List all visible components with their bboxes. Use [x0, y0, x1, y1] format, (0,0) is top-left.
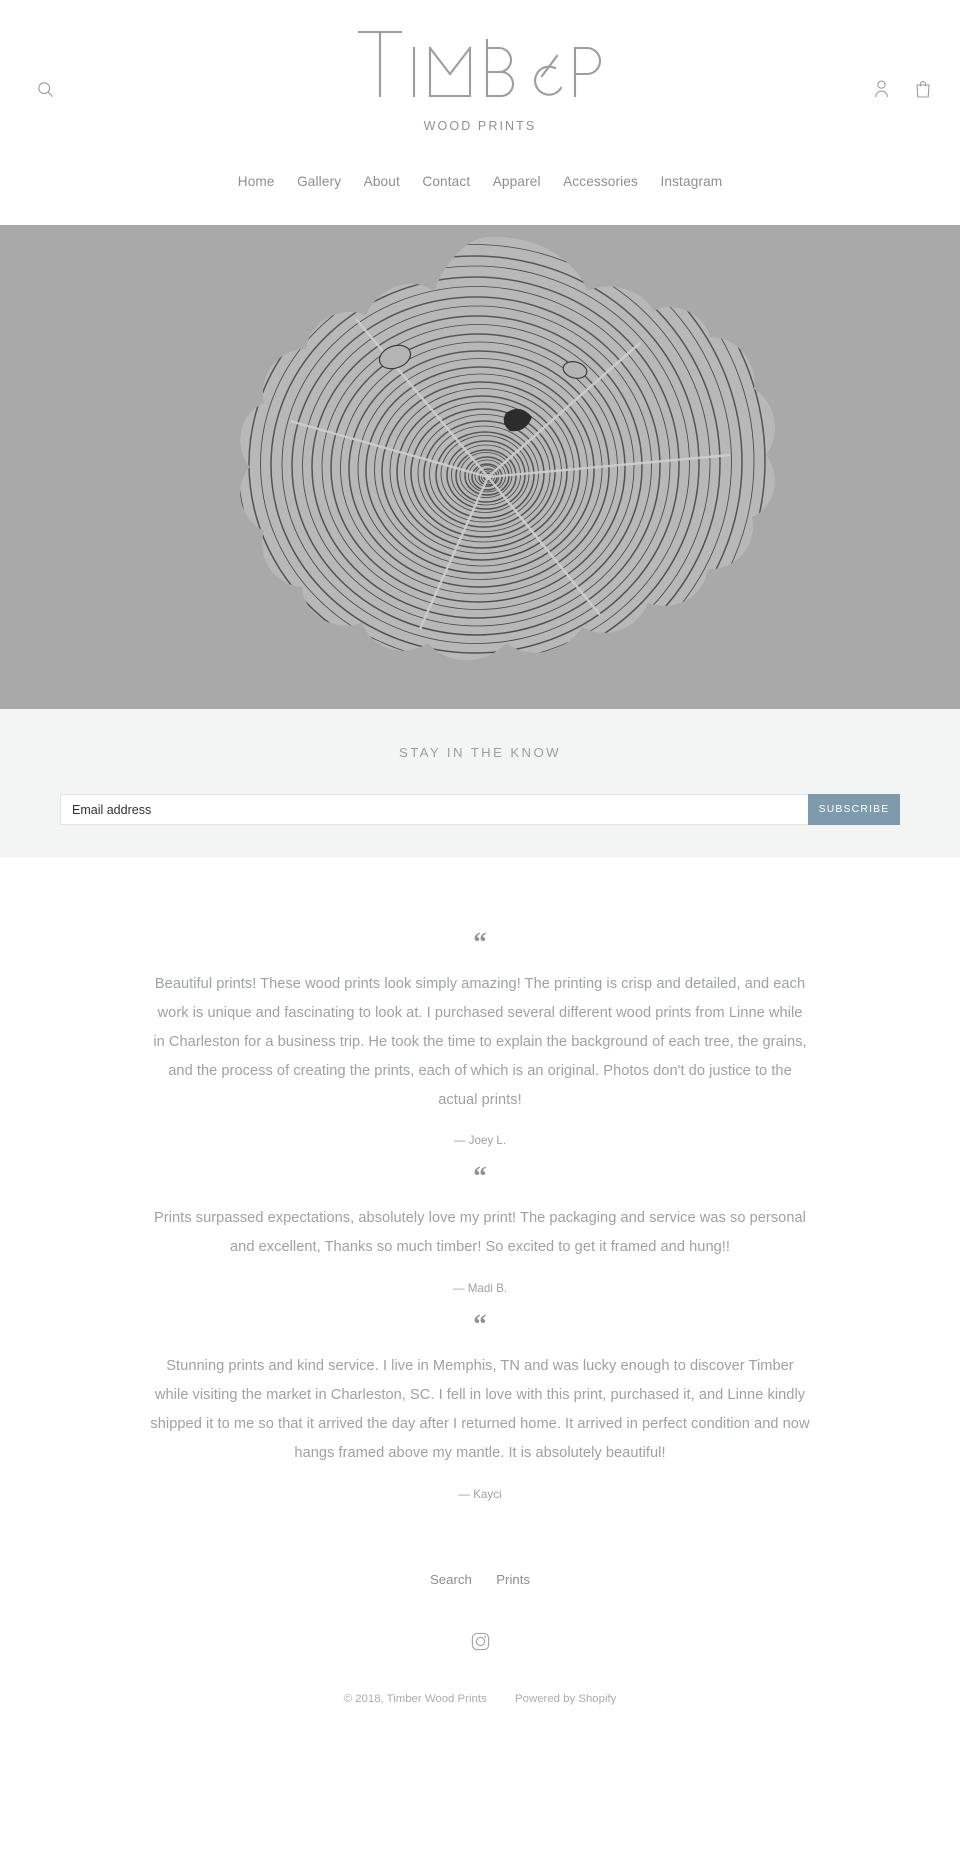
quote-icon: “	[473, 1309, 487, 1340]
testimonial-text: Stunning prints and kind service. I live…	[150, 1358, 810, 1461]
copyright-text: © 2018, Timber Wood Prints	[343, 1692, 487, 1705]
footer-navigation: Search Prints	[0, 1571, 960, 1589]
timber-logo-icon	[357, 30, 602, 98]
newsletter-heading: STAY IN THE KNOW	[399, 745, 561, 760]
header-actions	[870, 78, 934, 100]
cart-button[interactable]	[912, 78, 934, 100]
testimonials-section: “ Beautiful prints! These wood prints lo…	[0, 857, 960, 1501]
footer-social-links	[0, 1631, 960, 1653]
testimonial-item: “ Stunning prints and kind service. I li…	[0, 1311, 960, 1501]
footer-link-search[interactable]: Search	[420, 1572, 482, 1587]
email-input[interactable]	[60, 794, 808, 825]
instagram-link[interactable]	[469, 1631, 491, 1653]
nav-item-home[interactable]: Home	[229, 174, 284, 189]
main-navigation: Home Gallery About Contact Apparel Acces…	[0, 173, 960, 191]
testimonial-author: — Madi B.	[452, 1282, 508, 1296]
testimonial-item: “ Prints surpassed expectations, absolut…	[0, 1163, 960, 1295]
testimonial-text: Beautiful prints! These wood prints look…	[153, 976, 807, 1108]
testimonial-author: — Kayci	[458, 1487, 502, 1501]
nav-item-gallery[interactable]: Gallery	[288, 174, 350, 189]
subscribe-button[interactable]: SUBSCRIBE	[808, 794, 900, 825]
powered-by-link[interactable]: Powered by Shopify	[515, 1693, 616, 1705]
testimonial-author: — Joey L.	[453, 1134, 507, 1148]
footer-copyright: © 2018, Timber Wood Prints Powered by Sh…	[0, 1693, 960, 1705]
logo-tagline: WOOD PRINTS	[423, 119, 537, 133]
nav-item-about[interactable]: About	[355, 174, 409, 189]
site-footer: Search Prints © 2018, Timber Wood Prints…	[0, 1500, 960, 1705]
testimonial-item: “ Beautiful prints! These wood prints lo…	[0, 927, 960, 1148]
logo-wordmark	[354, 26, 606, 100]
testimonial-text: Prints surpassed expectations, absolutel…	[154, 1210, 806, 1256]
newsletter-section: STAY IN THE KNOW SUBSCRIBE	[0, 709, 960, 857]
tree-ring-print-image	[240, 236, 776, 661]
hero-banner[interactable]	[0, 225, 960, 709]
site-header: WOOD PRINTS Home Gallery About Contact A…	[0, 0, 960, 225]
instagram-icon	[471, 1633, 489, 1651]
nav-item-instagram[interactable]: Instagram	[651, 174, 731, 189]
logo-block[interactable]: WOOD PRINTS	[0, 26, 960, 133]
quote-icon: “	[473, 1161, 487, 1192]
account-button[interactable]	[870, 78, 892, 100]
shopping-bag-icon	[916, 81, 930, 98]
footer-link-prints[interactable]: Prints	[486, 1572, 540, 1587]
person-icon	[874, 80, 888, 98]
nav-item-accessories[interactable]: Accessories	[554, 174, 647, 189]
nav-item-apparel[interactable]: Apparel	[484, 174, 550, 189]
nav-item-contact[interactable]: Contact	[413, 174, 479, 189]
quote-icon: “	[473, 927, 487, 957]
newsletter-form: SUBSCRIBE	[60, 794, 900, 825]
